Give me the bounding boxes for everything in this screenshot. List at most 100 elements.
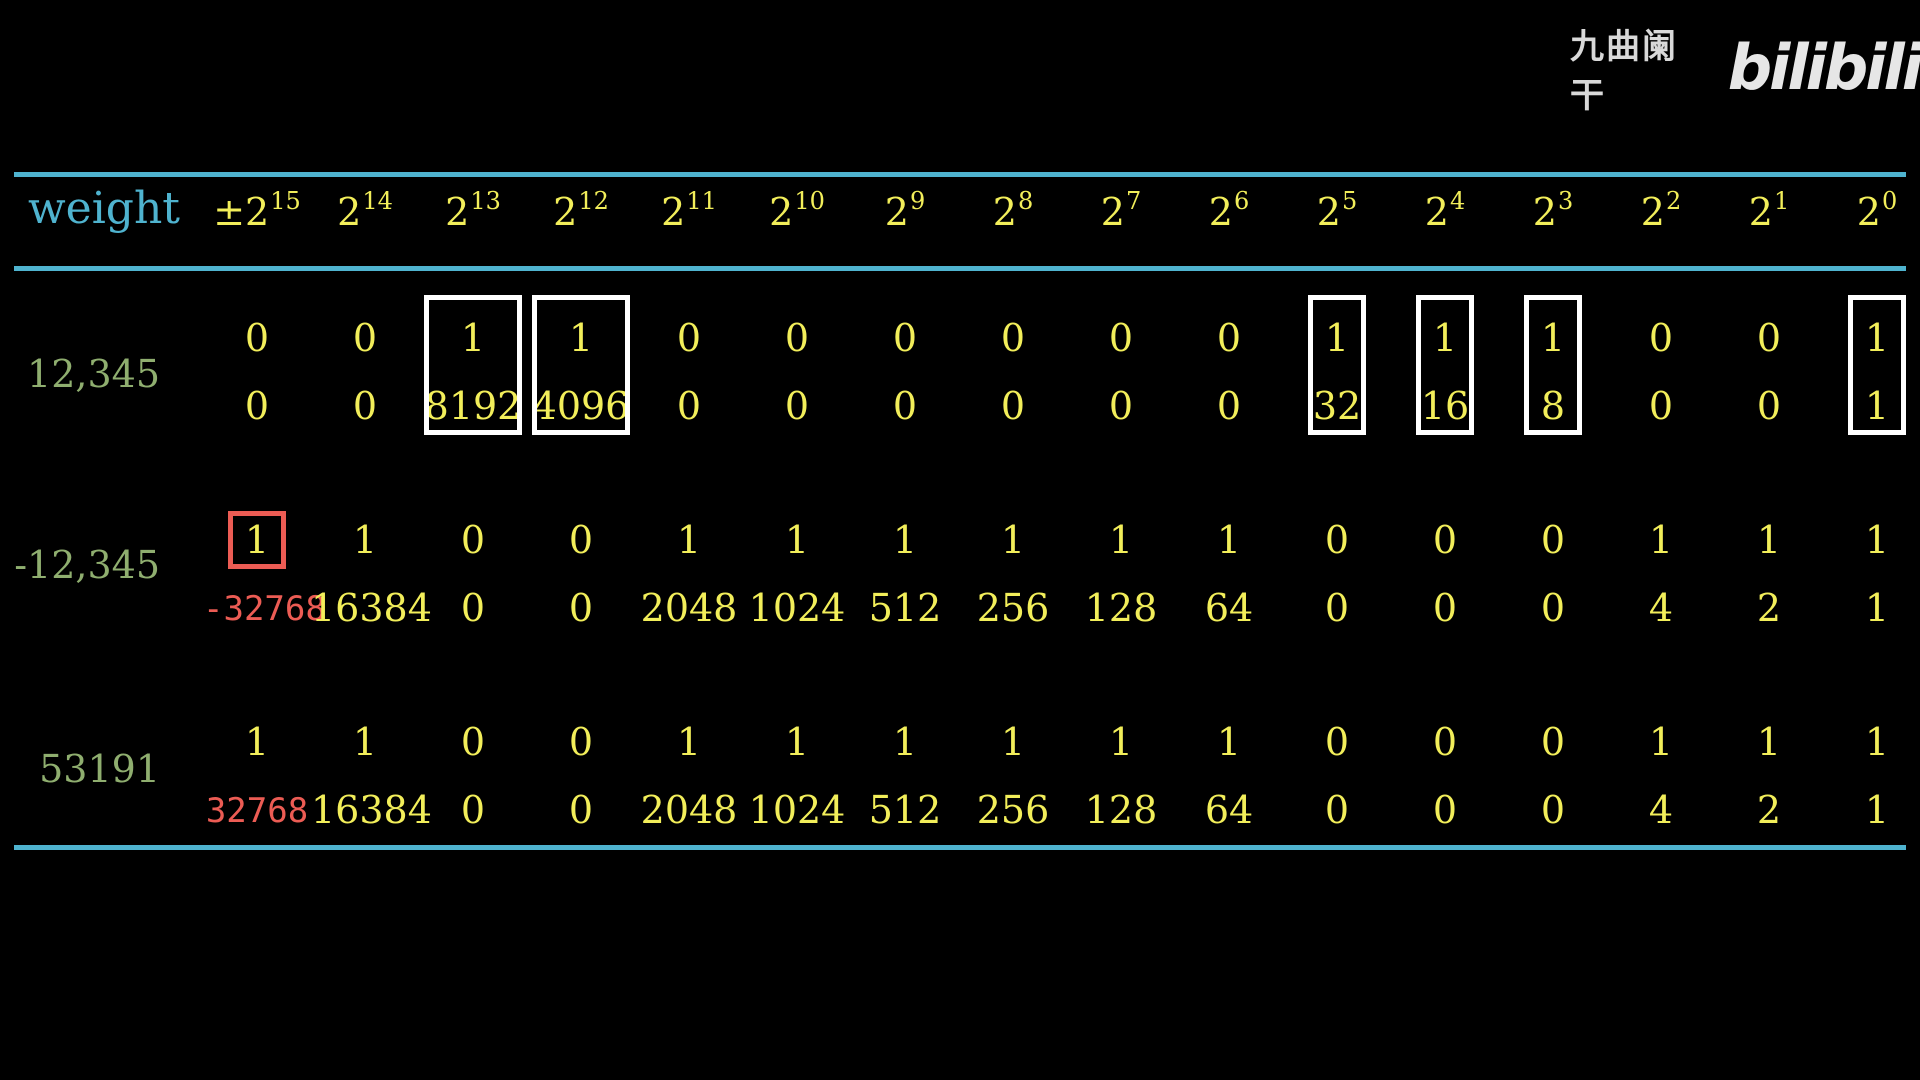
header-weight-10: 210 [743, 187, 851, 234]
bit-cell-r2-c5: 1 [784, 720, 810, 764]
value-cell-r1-c8: 128 [1084, 586, 1158, 630]
header-exponent: 10 [794, 187, 825, 215]
bit-cell-r0-c9: 0 [1216, 316, 1242, 360]
header-base: 2 [1532, 190, 1557, 234]
bit-cell-r2-c14: 1 [1756, 720, 1782, 764]
value-cell-r2-c4: 2048 [640, 788, 738, 832]
value-cell-r2-c7: 256 [976, 788, 1050, 832]
header-base: 2 [661, 190, 686, 234]
bit-cell-r2-c4: 1 [676, 720, 702, 764]
set-bit-highlight-box [424, 295, 522, 435]
set-bit-highlight-box [532, 295, 630, 435]
value-cell-r0-c5: 0 [784, 384, 810, 428]
bit-cell-r1-c14: 1 [1756, 518, 1782, 562]
header-weight-3: 23 [1499, 187, 1607, 234]
value-cell-r1-c9: 64 [1204, 586, 1254, 630]
bit-cell-r1-c15: 1 [1864, 518, 1890, 562]
bit-cell-r2-c15: 1 [1864, 720, 1890, 764]
header-base: 2 [1316, 190, 1341, 234]
value-cell-r0-c14: 0 [1756, 384, 1782, 428]
bit-cell-r2-c6: 1 [892, 720, 918, 764]
header-weight-8: 28 [959, 187, 1067, 234]
header-exponent: 5 [1341, 187, 1358, 215]
header-weight-5: 25 [1283, 187, 1391, 234]
bit-cell-r1-c13: 1 [1648, 518, 1674, 562]
header-base: 2 [1424, 190, 1449, 234]
value-cell-r1-c6: 512 [868, 586, 942, 630]
bit-cell-r0-c7: 0 [1000, 316, 1026, 360]
value-cell-r0-c13: 0 [1648, 384, 1674, 428]
header-base: ±2 [213, 190, 270, 234]
header-exponent: 15 [270, 187, 301, 215]
bit-cell-r2-c1: 1 [352, 720, 378, 764]
value-cell-r2-c3: 0 [568, 788, 594, 832]
header-exponent: 2 [1665, 187, 1682, 215]
bit-cell-r0-c14: 0 [1756, 316, 1782, 360]
bit-cell-r2-c12: 0 [1540, 720, 1566, 764]
value-cell-r2-c1: 16384 [311, 788, 432, 832]
value-cell-r2-c2: 0 [460, 788, 486, 832]
value-cell-r1-c5: 1024 [748, 586, 846, 630]
header-base: 2 [337, 190, 362, 234]
header-exponent: 1 [1773, 187, 1790, 215]
bit-cell-r2-c10: 0 [1324, 720, 1350, 764]
value-cell-r2-c13: 4 [1648, 788, 1674, 832]
table-bottom-rule [14, 845, 1906, 850]
bit-cell-r1-c1: 1 [352, 518, 378, 562]
value-cell-r0-c4: 0 [676, 384, 702, 428]
bit-cell-r1-c10: 0 [1324, 518, 1350, 562]
header-exponent: 7 [1125, 187, 1142, 215]
bit-cell-r1-c8: 1 [1108, 518, 1134, 562]
value-cell-r1-c13: 4 [1648, 586, 1674, 630]
weight-header-label: weight [28, 183, 180, 234]
value-cell-r1-c15: 1 [1864, 586, 1890, 630]
header-divider-rule [14, 266, 1906, 271]
header-weight-2: 22 [1607, 187, 1715, 234]
bit-cell-r1-c11: 0 [1432, 518, 1458, 562]
row-label-12345: 12,345 [27, 352, 160, 396]
bit-cell-r2-c9: 1 [1216, 720, 1242, 764]
watermark-text: 九曲阑干 [1570, 26, 1678, 116]
value-cell-r1-c3: 0 [568, 586, 594, 630]
bit-cell-r0-c13: 0 [1648, 316, 1674, 360]
header-base: 2 [445, 190, 470, 234]
set-bit-highlight-box [1848, 295, 1906, 435]
bit-cell-r2-c7: 1 [1000, 720, 1026, 764]
value-cell-r1-c10: 0 [1324, 586, 1350, 630]
value-cell-r1-c14: 2 [1756, 586, 1782, 630]
value-cell-r2-c9: 64 [1204, 788, 1254, 832]
header-weight-12: 212 [527, 187, 635, 234]
value-cell-r1-c7: 256 [976, 586, 1050, 630]
value-cell-r2-c0: 32768 [205, 791, 309, 831]
header-base: 2 [769, 190, 794, 234]
bit-cell-r1-c3: 0 [568, 518, 594, 562]
header-exponent: 11 [686, 187, 717, 215]
bit-cell-r0-c5: 0 [784, 316, 810, 360]
header-weight-9: 29 [851, 187, 959, 234]
header-base: 2 [1748, 190, 1773, 234]
value-cell-r0-c6: 0 [892, 384, 918, 428]
bit-cell-r2-c8: 1 [1108, 720, 1134, 764]
table-top-rule [14, 172, 1906, 177]
header-weight-6: 26 [1175, 187, 1283, 234]
header-base: 2 [1640, 190, 1665, 234]
sign-bit-highlight-box [228, 511, 286, 569]
value-cell-r0-c0: 0 [244, 384, 270, 428]
set-bit-highlight-box [1416, 295, 1474, 435]
header-base: 2 [992, 190, 1017, 234]
value-cell-r0-c9: 0 [1216, 384, 1242, 428]
value-cell-r2-c14: 2 [1756, 788, 1782, 832]
bit-cell-r0-c1: 0 [352, 316, 378, 360]
header-base: 2 [884, 190, 909, 234]
header-weight-7: 27 [1067, 187, 1175, 234]
header-exponent: 9 [909, 187, 926, 215]
value-cell-r1-c1: 16384 [311, 586, 432, 630]
value-cell-r2-c10: 0 [1324, 788, 1350, 832]
bit-cell-r2-c13: 1 [1648, 720, 1674, 764]
header-exponent: 8 [1017, 187, 1034, 215]
header-weight-13: 213 [419, 187, 527, 234]
value-cell-r0-c1: 0 [352, 384, 378, 428]
watermark: 九曲阑干 bilibili [1570, 27, 1920, 116]
row-label-neg-12345: -12,345 [14, 543, 160, 587]
header-weight-14: 214 [311, 187, 419, 234]
